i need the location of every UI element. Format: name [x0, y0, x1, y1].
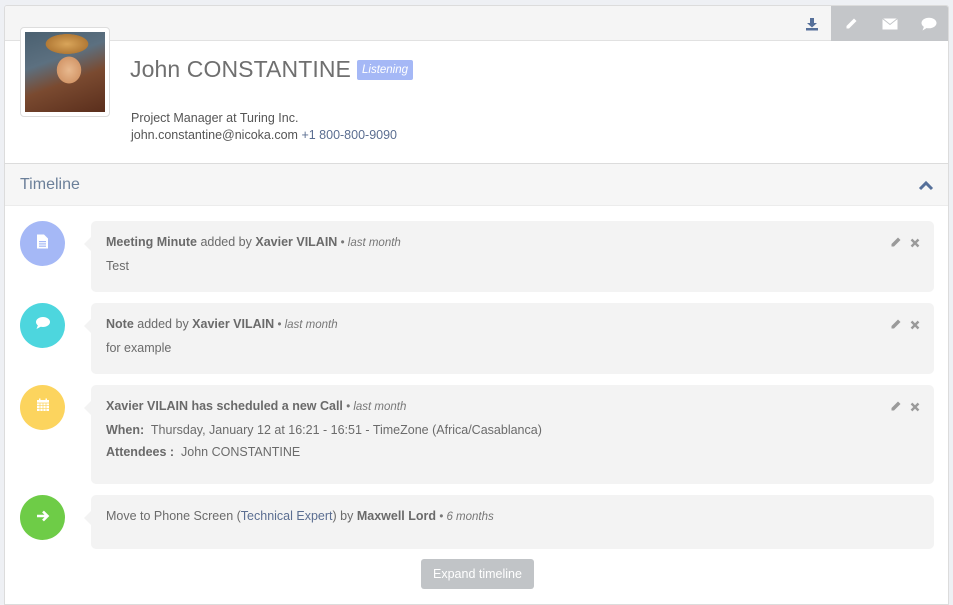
entry-time: 6 months	[446, 511, 494, 523]
email-link[interactable]: john.constantine@nicoka.com	[131, 128, 298, 142]
when-label: When:	[106, 423, 145, 437]
avatar-image	[25, 32, 105, 112]
close-icon[interactable]	[910, 237, 920, 251]
attendees-value: John CONSTANTINE	[181, 445, 301, 459]
entry-author: Maxwell Lord	[356, 509, 437, 523]
entry-prefix: Move to Phone Screen (	[106, 509, 241, 523]
entry-connector: added by	[133, 317, 193, 331]
calendar-icon	[36, 398, 50, 417]
entry-subject: Meeting Minute	[106, 235, 197, 249]
status-badge: Listening	[357, 59, 414, 80]
entry-header: Note added by Xavier VILAIN • last month	[106, 317, 919, 331]
candidate-card: John CONSTANTINE Listening Project Manag…	[4, 5, 949, 605]
entry-author: Xavier VILAIN	[106, 399, 188, 413]
pencil-icon[interactable]	[890, 401, 901, 415]
entry-time: last month	[353, 401, 407, 413]
pencil-icon[interactable]	[890, 319, 901, 333]
entry-time: last month	[284, 319, 338, 331]
comment-icon	[921, 17, 937, 31]
download-button[interactable]	[792, 6, 831, 41]
chevron-up-icon[interactable]	[918, 178, 934, 196]
pencil-icon[interactable]	[890, 237, 901, 251]
edit-button[interactable]	[831, 6, 870, 41]
timeline-dot	[20, 495, 65, 540]
entry-connector: added by	[196, 235, 256, 249]
email-button[interactable]	[870, 6, 909, 41]
arrow-right-icon	[36, 509, 50, 527]
entry-suffix: ) by	[332, 509, 357, 523]
timeline-entry: Meeting Minute added by Xavier VILAIN • …	[84, 221, 934, 292]
call-when: When: Thursday, January 12 at 16:21 - 16…	[106, 423, 919, 437]
entry-separator: •	[337, 237, 348, 249]
entry-header: Move to Phone Screen (Technical Expert) …	[106, 509, 919, 523]
when-value: Thursday, January 12 at 16:21 - 16:51 - …	[150, 423, 542, 437]
entry-author: Xavier VILAIN	[255, 235, 338, 249]
close-icon[interactable]	[910, 319, 920, 333]
card-toolbar	[5, 6, 948, 41]
download-icon	[805, 17, 819, 31]
contact-info: john.constantine@nicoka.com +1 800-800-9…	[131, 128, 397, 142]
entry-controls	[890, 401, 920, 415]
timeline-dot	[20, 385, 65, 430]
entry-body: Test	[106, 259, 129, 273]
entry-author: Xavier VILAIN	[192, 317, 275, 331]
timeline-entry: Xavier VILAIN has scheduled a new Call •…	[84, 385, 934, 484]
entry-header: Meeting Minute added by Xavier VILAIN • …	[106, 235, 919, 249]
timeline-header: Timeline	[5, 163, 948, 206]
avatar	[20, 27, 110, 117]
entry-separator: •	[342, 401, 354, 413]
file-text-icon	[36, 234, 49, 254]
entry-controls	[890, 237, 920, 251]
phone-link[interactable]: +1 800-800-9090	[301, 128, 397, 142]
timeline-dot	[20, 221, 65, 266]
timeline-entry: Note added by Xavier VILAIN • last month…	[84, 303, 934, 374]
pencil-icon	[844, 17, 858, 31]
stage-link[interactable]: Technical Expert	[241, 509, 333, 523]
entry-separator: •	[436, 511, 447, 523]
candidate-name: John CONSTANTINE	[130, 56, 351, 82]
entry-controls	[890, 319, 920, 333]
call-attendees: Attendees : John CONSTANTINE	[106, 445, 919, 459]
entry-body: for example	[106, 341, 172, 355]
timeline-dot	[20, 303, 65, 348]
entry-action: has scheduled a new Call	[187, 399, 343, 413]
expand-timeline-button[interactable]: Expand timeline	[421, 559, 534, 589]
entry-header: Xavier VILAIN has scheduled a new Call •…	[106, 399, 919, 413]
comment-button[interactable]	[909, 6, 948, 41]
entry-time: last month	[347, 237, 401, 249]
attendees-label: Attendees :	[106, 445, 175, 459]
entry-subject: Note	[106, 317, 134, 331]
entry-separator: •	[274, 319, 285, 331]
toolbar-actions	[792, 6, 948, 41]
comment-icon	[35, 316, 51, 335]
profile-header: John CONSTANTINE Listening	[130, 56, 414, 83]
job-title: Project Manager at Turing Inc.	[131, 111, 299, 125]
envelope-icon	[881, 17, 898, 30]
timeline-entry: Move to Phone Screen (Technical Expert) …	[84, 495, 934, 549]
timeline-title: Timeline	[20, 176, 80, 193]
close-icon[interactable]	[910, 401, 920, 415]
